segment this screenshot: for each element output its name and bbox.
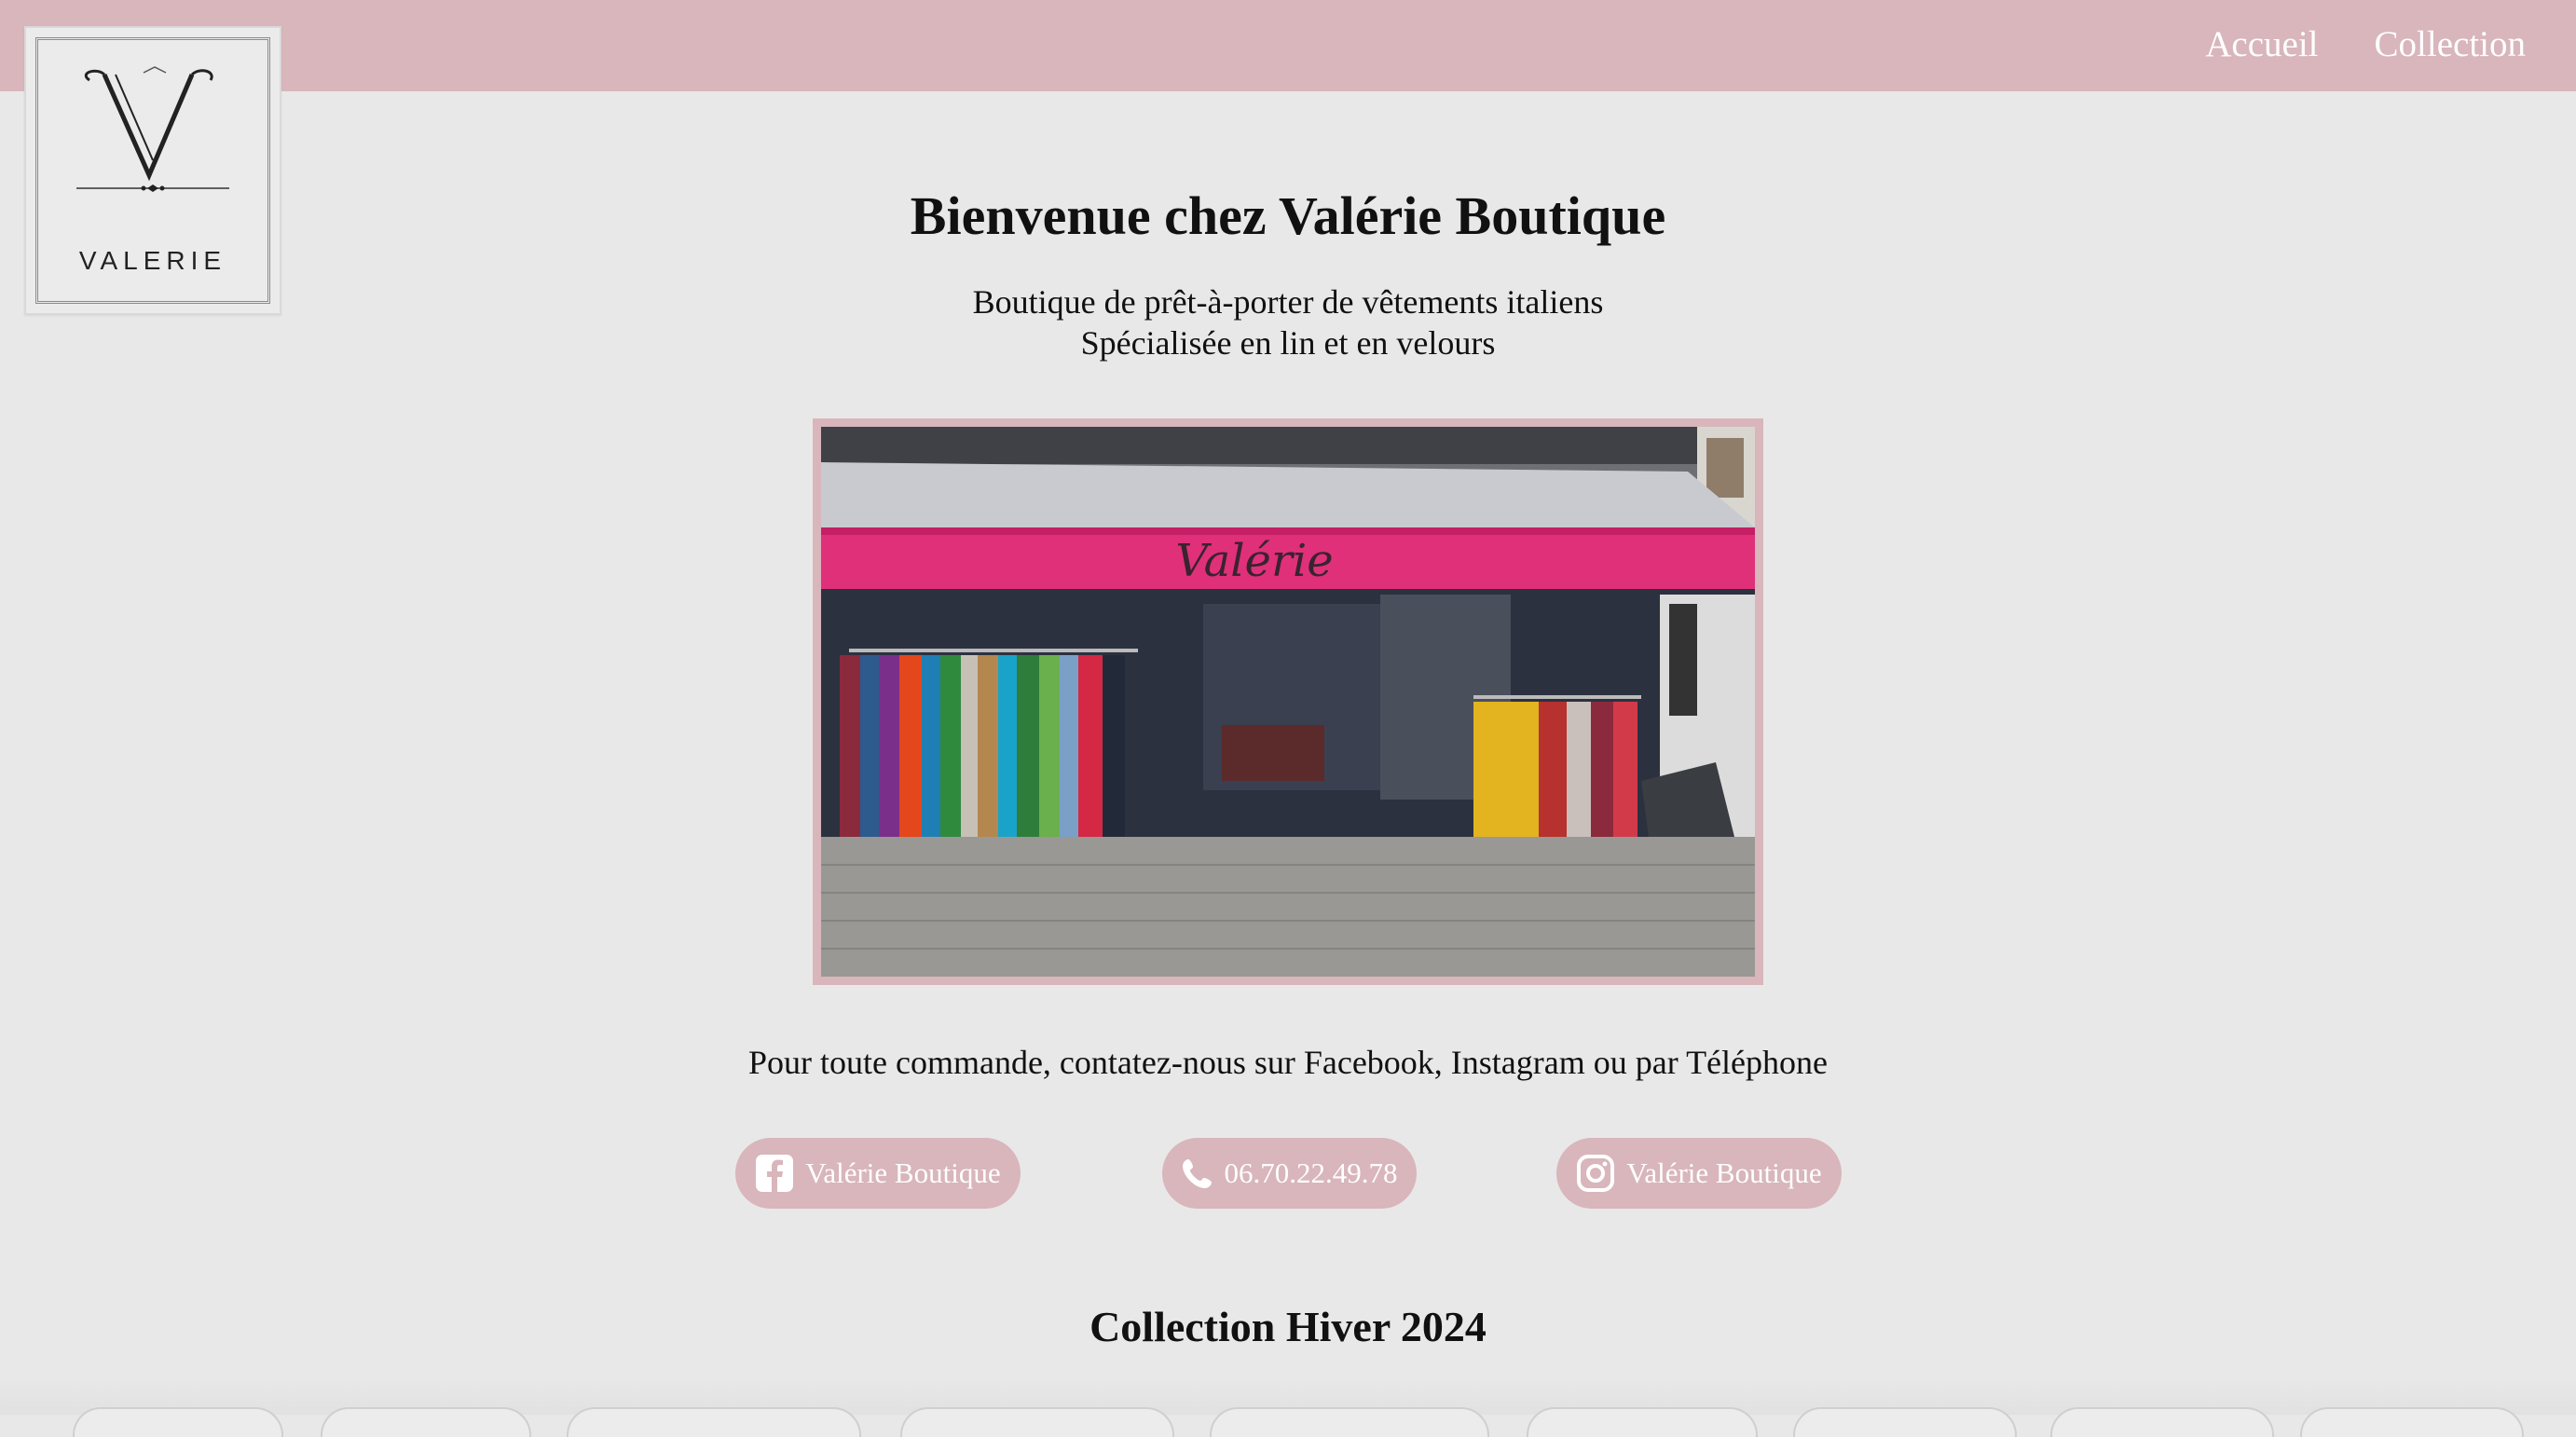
nav-link-accueil[interactable]: Accueil [2205, 17, 2318, 73]
facebook-button-label: Valérie Boutique [805, 1156, 1001, 1189]
storefront-photo-frame: Valérie [813, 418, 1763, 985]
storefront-sign: Valérie [1175, 535, 1333, 587]
brand-logo[interactable]: VALERIE [24, 26, 281, 315]
collection-card[interactable] [2300, 1407, 2524, 1437]
storefront-illustration: Valérie [821, 427, 1755, 977]
top-bar: Accueil Collection [0, 0, 2576, 91]
contact-instructions: Pour toute commande, contatez-nous sur F… [748, 1044, 1828, 1081]
collection-card[interactable] [2050, 1407, 2274, 1437]
phone-button-label: 06.70.22.49.78 [1224, 1156, 1398, 1189]
page-subtitle: Boutique de prêt-à-porter de vêtements i… [0, 281, 2576, 363]
phone-icon [1182, 1159, 1212, 1188]
instagram-icon [1577, 1155, 1615, 1192]
collection-card[interactable] [1210, 1407, 1489, 1437]
instagram-button[interactable]: Valérie Boutique [1556, 1138, 1842, 1209]
facebook-icon [756, 1155, 794, 1192]
main-nav: Accueil Collection [2205, 17, 2526, 73]
phone-button[interactable]: 06.70.22.49.78 [1162, 1138, 1417, 1209]
page-title: Bienvenue chez Valérie Boutique [910, 185, 1666, 246]
subtitle-line-2: Spécialisée en lin et en velours [1080, 324, 1496, 362]
facebook-button[interactable]: Valérie Boutique [735, 1138, 1021, 1209]
instagram-button-label: Valérie Boutique [1626, 1156, 1822, 1189]
collection-card[interactable] [73, 1407, 283, 1437]
subtitle-line-1: Boutique de prêt-à-porter de vêtements i… [972, 283, 1604, 321]
collection-card[interactable] [321, 1407, 531, 1437]
collection-card[interactable] [1527, 1407, 1758, 1437]
nav-link-collection[interactable]: Collection [2375, 17, 2526, 73]
collection-card[interactable] [900, 1407, 1174, 1437]
collection-title: Collection Hiver 2024 [1089, 1303, 1487, 1350]
collection-card[interactable] [1793, 1407, 2017, 1437]
storefront-photo: Valérie [821, 427, 1755, 977]
collection-card[interactable] [567, 1407, 861, 1437]
